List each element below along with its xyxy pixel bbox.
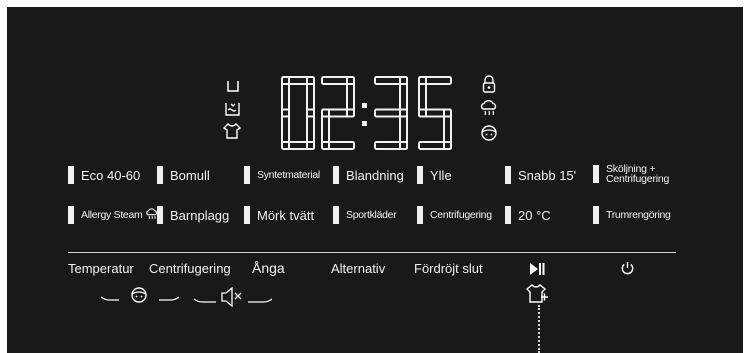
start-pause-button[interactable] — [529, 262, 545, 276]
shirt-icon — [222, 122, 242, 140]
program-barnplagg[interactable]: Barnplagg — [157, 206, 229, 224]
program-eco-40-60[interactable]: Eco 40-60 — [68, 166, 140, 184]
digit-segment — [374, 108, 408, 118]
program-indicator — [244, 166, 250, 184]
program-label: Allergy Steam — [81, 209, 143, 221]
time-digit — [418, 76, 452, 150]
program-snabb-15[interactable]: Snabb 15' — [505, 166, 576, 184]
program-indicator — [417, 166, 423, 184]
delay-end-button[interactable]: Fördröjt slut — [414, 261, 483, 276]
program-label: Trumrengöring — [606, 209, 671, 221]
time-separator — [362, 103, 367, 126]
time-display — [281, 76, 452, 150]
digit-segment — [418, 76, 452, 85]
time-digit — [374, 76, 408, 150]
program-label: Barnplagg — [170, 207, 230, 223]
digit-segment — [374, 76, 408, 85]
program-mork-tvatt[interactable]: Mörk tvätt — [244, 206, 314, 224]
program-label-line2: Centrifugering — [606, 173, 670, 185]
dotted-guide-line — [538, 305, 540, 353]
program-label: Ylle — [430, 167, 452, 183]
options-button[interactable]: Alternativ — [331, 261, 385, 276]
program-indicator — [68, 166, 74, 184]
power-icon — [620, 261, 635, 276]
program-label: Eco 40-60 — [81, 167, 141, 183]
divider — [68, 252, 676, 253]
digit-segment — [281, 76, 315, 85]
program-indicator — [333, 166, 339, 184]
program-indicator — [593, 165, 599, 183]
separator-dot — [362, 121, 367, 126]
program-label: Blandning — [346, 167, 404, 183]
program-skoljning-centrifugering[interactable]: Sköljning + Centrifugering — [593, 164, 669, 184]
program-label: Sköljning + Centrifugering — [606, 164, 670, 185]
program-allergy-steam[interactable]: Allergy Steam — [68, 206, 159, 224]
shirt-plus-icon — [525, 283, 549, 305]
program-label: Bomull — [170, 167, 210, 183]
program-sportklader[interactable]: Sportkläder — [333, 206, 397, 224]
steam-icon — [479, 99, 499, 117]
child-lock-hold-indicator — [101, 285, 181, 305]
program-trumrengoring[interactable]: Trumrengöring — [593, 206, 671, 224]
program-centrifugering[interactable]: Centrifugering — [417, 206, 492, 224]
program-indicator — [593, 206, 599, 224]
time-digit — [281, 76, 315, 150]
program-20c[interactable]: 20 °C — [505, 206, 551, 224]
spin-button[interactable]: Centrifugering — [149, 261, 231, 276]
digit-segment — [321, 76, 355, 85]
play-pause-icon — [529, 262, 545, 276]
baby-face-icon — [479, 124, 499, 142]
digit-segment — [418, 141, 452, 150]
program-indicator — [157, 166, 163, 184]
program-label: Centrifugering — [430, 209, 492, 221]
program-label: Sportkläder — [346, 209, 397, 221]
child-lock-icon — [482, 75, 496, 93]
digit-segment — [321, 141, 355, 150]
program-indicator — [505, 206, 511, 224]
power-button[interactable] — [620, 261, 635, 276]
control-panel: Eco 40-60 Bomull Syntetmaterial Blandnin… — [7, 7, 743, 353]
temperature-button[interactable]: Temperatur — [68, 261, 134, 276]
digit-segment — [374, 141, 408, 150]
digit-segment — [281, 141, 315, 150]
program-indicator — [417, 206, 423, 224]
mute-hold-indicator — [194, 287, 272, 307]
program-ylle[interactable]: Ylle — [417, 166, 452, 184]
program-bomull[interactable]: Bomull — [157, 166, 210, 184]
program-blandning[interactable]: Blandning — [333, 166, 404, 184]
program-label: Mörk tvätt — [257, 207, 315, 223]
program-label: Snabb 15' — [518, 167, 577, 183]
digit-segment — [321, 108, 355, 118]
prewash-icon — [226, 79, 240, 93]
soak-icon — [224, 100, 241, 117]
program-indicator — [505, 166, 511, 184]
program-label: 20 °C — [518, 207, 551, 223]
steam-button[interactable]: Ånga — [252, 260, 285, 276]
program-syntetmaterial[interactable]: Syntetmaterial — [244, 166, 320, 184]
time-digit — [321, 76, 355, 150]
program-label: Syntetmaterial — [257, 169, 320, 181]
program-indicator — [68, 206, 74, 224]
program-indicator — [157, 206, 163, 224]
separator-dot — [362, 103, 367, 108]
program-indicator — [333, 206, 339, 224]
digit-segment — [418, 108, 452, 118]
program-indicator — [244, 206, 250, 224]
